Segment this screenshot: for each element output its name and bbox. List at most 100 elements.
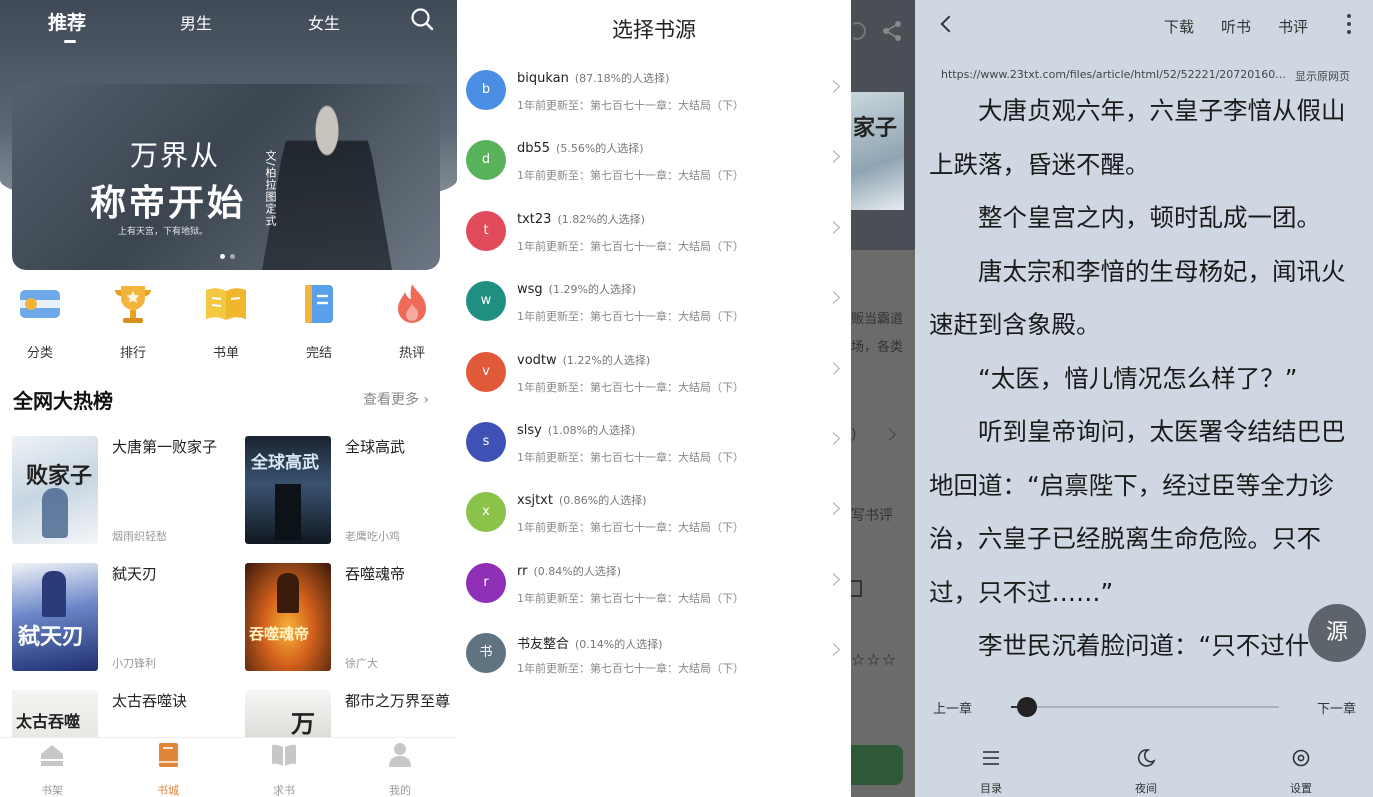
source-name: 书友整合: [517, 637, 570, 653]
source-share: (1.08%的人选择): [547, 424, 636, 437]
source-share: (1.82%的人选择): [557, 212, 645, 226]
source-row[interactable]: x xsjtxt (0.86%的人选择) 1年前更新至：第七百七十一章：大结局（下）: [457, 492, 851, 562]
back-arrow-icon[interactable]: [940, 15, 958, 33]
tab-recommend[interactable]: 推荐: [48, 8, 86, 35]
tab-female[interactable]: 女生: [308, 10, 340, 34]
trophy-icon: [115, 286, 151, 323]
book-author: 烟雨织轻愁: [112, 530, 167, 543]
book-cover: 弑天刃: [12, 563, 98, 671]
menu-icon: [983, 751, 999, 765]
book-cover: 吞噬魂帝: [245, 563, 331, 671]
book-author: 徐广大: [345, 657, 378, 670]
category-finished[interactable]: 完结: [279, 282, 359, 361]
action-button-fragment[interactable]: [851, 745, 903, 785]
source-row[interactable]: w wsg (1.29%的人选择) 1年前更新至：第七百七十一章：大结局（下）: [457, 281, 851, 351]
toc-button[interactable]: 目录: [961, 748, 1021, 796]
book-card[interactable]: 全球高武 全球高武 老鹰吃小鸡: [245, 436, 457, 548]
chapter-progress-slider[interactable]: [1011, 697, 1279, 717]
source-avatar: 书: [466, 633, 506, 674]
book-cover: 家子: [851, 92, 904, 210]
book-title: 吞噬魂帝: [345, 565, 406, 583]
source-latest-chapter: 1年前更新至：第七百七十一章：大结局（下）: [517, 451, 744, 464]
source-name-line: rr (0.84%的人选择): [517, 563, 621, 579]
banner-title-line2: 称帝开始: [90, 182, 247, 224]
source-latest-chapter: 1年前更新至：第七百七十一章：大结局（下）: [517, 99, 744, 112]
source-row[interactable]: 书书友整合 (0.14%的人选择) 1年前更新至：第七百七十一章：大结局（下）: [457, 633, 851, 703]
bookstore-screen: 推荐 男生 女生 万界从 称帝开始 文/柏拉图定式 上有天宫，下有地狱。 分类: [0, 0, 457, 797]
bottom-tab-bar: 书架 书城 求书 我的: [0, 737, 457, 797]
chevron-right-icon: [827, 361, 840, 375]
switch-source-button[interactable]: 源: [1308, 604, 1366, 662]
download-button[interactable]: 下载: [1164, 16, 1194, 37]
bookstore-icon: [159, 743, 178, 767]
chapter-text: 大唐贞观六年，六皇子李愔从假山上跌落，昏迷不醒。 整个皇宫之内，顿时乱成一团。 …: [929, 84, 1359, 673]
tab-request-book[interactable]: 求书: [254, 742, 314, 797]
source-row[interactable]: v vodtw (1.22%的人选择) 1年前更新至：第七百七十一章：大结局（下）: [457, 351, 851, 422]
chevron-right-icon: [827, 643, 840, 657]
progress-handle[interactable]: [1017, 697, 1038, 717]
book-title: 大唐第一败家子: [112, 438, 218, 456]
banner-pagination: [220, 254, 235, 259]
source-row[interactable]: d db55 (5.56%的人选择) 1年前更新至：第七百七十一章：大结局（下）: [457, 140, 851, 210]
tab-bookshelf[interactable]: 书架: [22, 742, 82, 797]
night-mode-button[interactable]: 夜间: [1116, 748, 1176, 796]
show-original-link[interactable]: 显示原网页: [1295, 68, 1350, 84]
finished-book-icon: [305, 285, 333, 323]
source-avatar: v: [466, 351, 506, 392]
more-options-icon[interactable]: [1347, 14, 1351, 36]
source-row[interactable]: b biqukan (87.18%的人选择) 1年前更新至：第七百七十一章：大结局（下…: [457, 70, 851, 140]
book-author: 老鹰吃小鸡: [345, 530, 400, 543]
source-share: (5.56%的人选择): [556, 142, 644, 156]
tab-male[interactable]: 男生: [180, 10, 212, 34]
star-rating: ☆☆☆: [851, 650, 898, 669]
share-icon[interactable]: [881, 20, 903, 42]
source-row[interactable]: s slsy (1.08%的人选择) 1年前更新至：第七百七十一章：大结局（下）: [457, 422, 851, 492]
reader-toolbar: 下载 听书 书评: [915, 0, 1373, 58]
source-name: xsjtxt: [517, 493, 553, 509]
tab-profile[interactable]: 我的: [370, 742, 430, 797]
flame-icon: [398, 284, 426, 323]
category-ranking[interactable]: 排行: [93, 282, 173, 361]
active-tab-indicator: [64, 40, 76, 43]
settings-button[interactable]: 设置: [1271, 748, 1331, 796]
top-tabs: 推荐 男生 女生: [0, 0, 457, 50]
source-name: rr: [517, 563, 528, 579]
hot-list-title: 全网大热榜: [13, 389, 113, 413]
book-card[interactable]: 吞噬魂帝 吞噬魂帝 徐广大: [245, 563, 457, 675]
book-card[interactable]: 败家子 大唐第一败家子 烟雨织轻愁: [12, 436, 232, 548]
category-classify[interactable]: 分类: [0, 282, 80, 361]
reader-screen: 下载 听书 书评 https://www.23txt.com/files/art…: [915, 0, 1373, 797]
prev-chapter-button[interactable]: 上一章: [933, 698, 972, 717]
source-row[interactable]: r rr (0.84%的人选择) 1年前更新至：第七百七十一章：大结局（下）: [457, 562, 851, 633]
write-review-fragment[interactable]: 写书评: [851, 505, 893, 525]
search-icon[interactable]: [410, 7, 434, 31]
page-title: 选择书源: [612, 18, 696, 42]
listen-button[interactable]: 听书: [1221, 16, 1251, 37]
promo-banner[interactable]: 万界从 称帝开始 文/柏拉图定式 上有天宫，下有地狱。: [12, 84, 440, 270]
banner-character-art: [262, 84, 392, 270]
paragraph: 整个皇宫之内，顿时乱成一团。: [978, 203, 1321, 232]
rating-fragment: ): [851, 427, 857, 443]
tab-bookstore[interactable]: 书城: [138, 742, 198, 797]
source-avatar: t: [466, 210, 506, 251]
source-latest-chapter: 1年前更新至：第七百七十一章：大结局（下）: [517, 239, 744, 253]
moon-icon: [1137, 749, 1156, 767]
category-booklist[interactable]: 书单: [186, 282, 266, 361]
chevron-right-icon: [827, 80, 840, 93]
category-hot-comments[interactable]: 热评: [372, 282, 452, 361]
review-icon: [851, 580, 862, 597]
book-card[interactable]: 弑天刃 弑天刃 小刀锋利: [12, 563, 232, 675]
source-row[interactable]: t txt23 (1.82%的人选择) 1年前更新至：第七百七十一章：大结局（下）: [457, 210, 851, 281]
book-cover: 败家子: [12, 436, 98, 544]
next-chapter-button[interactable]: 下一章: [1317, 698, 1356, 717]
see-more-link[interactable]: 查看更多 ›: [363, 389, 429, 409]
review-button[interactable]: 书评: [1278, 16, 1308, 37]
source-share: (0.86%的人选择): [558, 494, 647, 508]
banner-author: 文/柏拉图定式: [264, 150, 277, 227]
source-share: (0.14%的人选择): [575, 638, 663, 652]
time-icon: [853, 22, 866, 40]
source-share: (87.18%的人选择): [574, 72, 670, 85]
category-row: 分类 排行 书单 完结 热评: [0, 282, 457, 362]
book-title: 都市之万界至尊: [345, 692, 451, 710]
book-author: 小刀锋利: [112, 657, 156, 670]
